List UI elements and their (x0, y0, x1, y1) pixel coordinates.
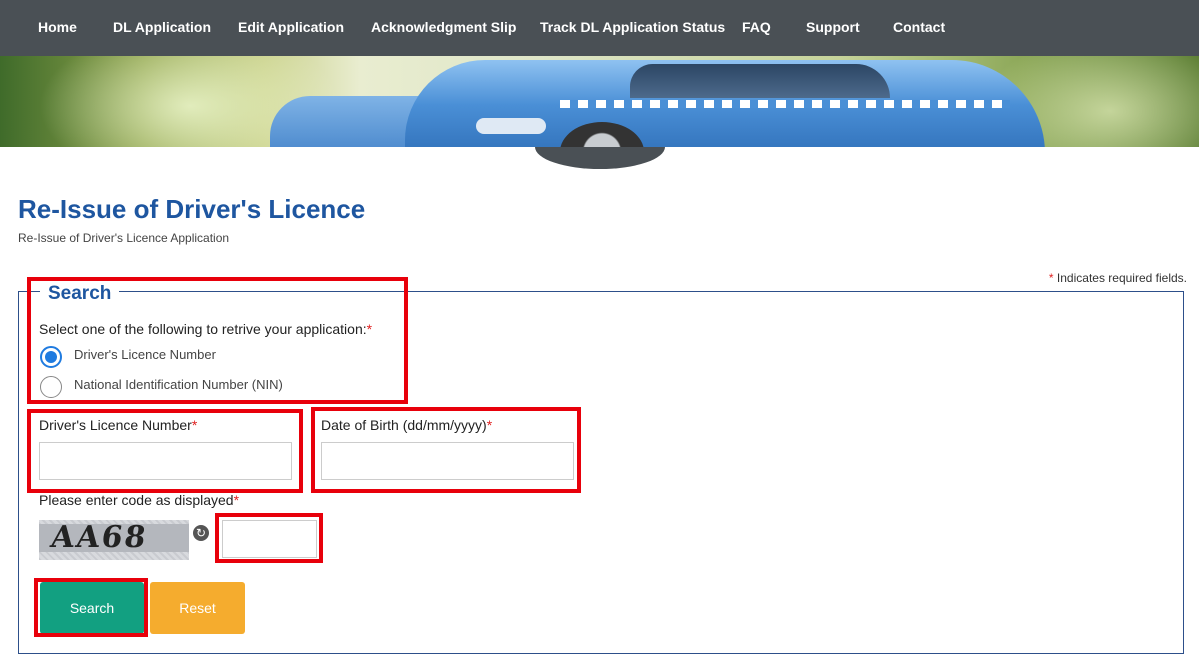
nav-acknowledgment-slip[interactable]: Acknowledgment Slip (371, 0, 516, 56)
licence-number-input[interactable] (39, 442, 292, 480)
reset-button[interactable]: Reset (150, 582, 245, 634)
radio-nin[interactable] (40, 376, 62, 398)
search-legend: Search (40, 283, 120, 305)
refresh-captcha-icon[interactable]: ↻ (193, 525, 209, 541)
dob-label: Date of Birth (dd/mm/yyyy)* (321, 417, 492, 433)
required-fields-note: * Indicates required fields. (1049, 271, 1187, 285)
nav-faq[interactable]: FAQ (742, 0, 771, 56)
nav-edit-application[interactable]: Edit Application (238, 0, 344, 56)
radio-licence-number[interactable] (40, 346, 62, 368)
select-prompt: Select one of the following to retrive y… (39, 321, 372, 337)
banner-car-headlight (476, 118, 546, 134)
dob-label-text: Date of Birth (dd/mm/yyyy) (321, 417, 487, 433)
top-navigation: Home DL Application Edit Application Ack… (0, 0, 1199, 56)
licence-number-label: Driver's Licence Number* (39, 417, 197, 433)
nav-support[interactable]: Support (806, 0, 860, 56)
captcha-label: Please enter code as displayed* (39, 492, 239, 508)
required-star: * (1048, 271, 1054, 285)
captcha-image: AA68 (39, 520, 189, 560)
captcha-code: AA68 (48, 520, 150, 555)
captcha-input[interactable] (222, 520, 317, 558)
radio-licence-number-label[interactable]: Driver's Licence Number (74, 347, 216, 362)
nav-dl-application[interactable]: DL Application (113, 0, 211, 56)
required-star: * (191, 417, 198, 433)
nav-home[interactable]: Home (38, 0, 77, 56)
page-subtitle: Re-Issue of Driver's Licence Application (18, 231, 230, 245)
select-prompt-text: Select one of the following to retrive y… (39, 321, 367, 337)
required-star: * (486, 417, 493, 433)
required-star: * (366, 321, 373, 337)
search-button[interactable]: Search (40, 582, 144, 634)
banner-bottom-curve (535, 147, 665, 169)
banner-car-window (630, 64, 890, 98)
header-banner-image (0, 56, 1199, 147)
nav-contact[interactable]: Contact (893, 0, 945, 56)
nav-track-status[interactable]: Track DL Application Status (540, 0, 725, 56)
required-star: * (233, 492, 240, 508)
required-note-text: Indicates required fields. (1056, 271, 1187, 285)
licence-number-label-text: Driver's Licence Number (39, 417, 192, 433)
banner-car-stripe (560, 100, 1010, 108)
page-title: Re-Issue of Driver's Licence (18, 194, 366, 224)
dob-input[interactable] (321, 442, 574, 480)
radio-nin-label[interactable]: National Identification Number (NIN) (74, 377, 283, 392)
captcha-label-text: Please enter code as displayed (39, 492, 234, 508)
